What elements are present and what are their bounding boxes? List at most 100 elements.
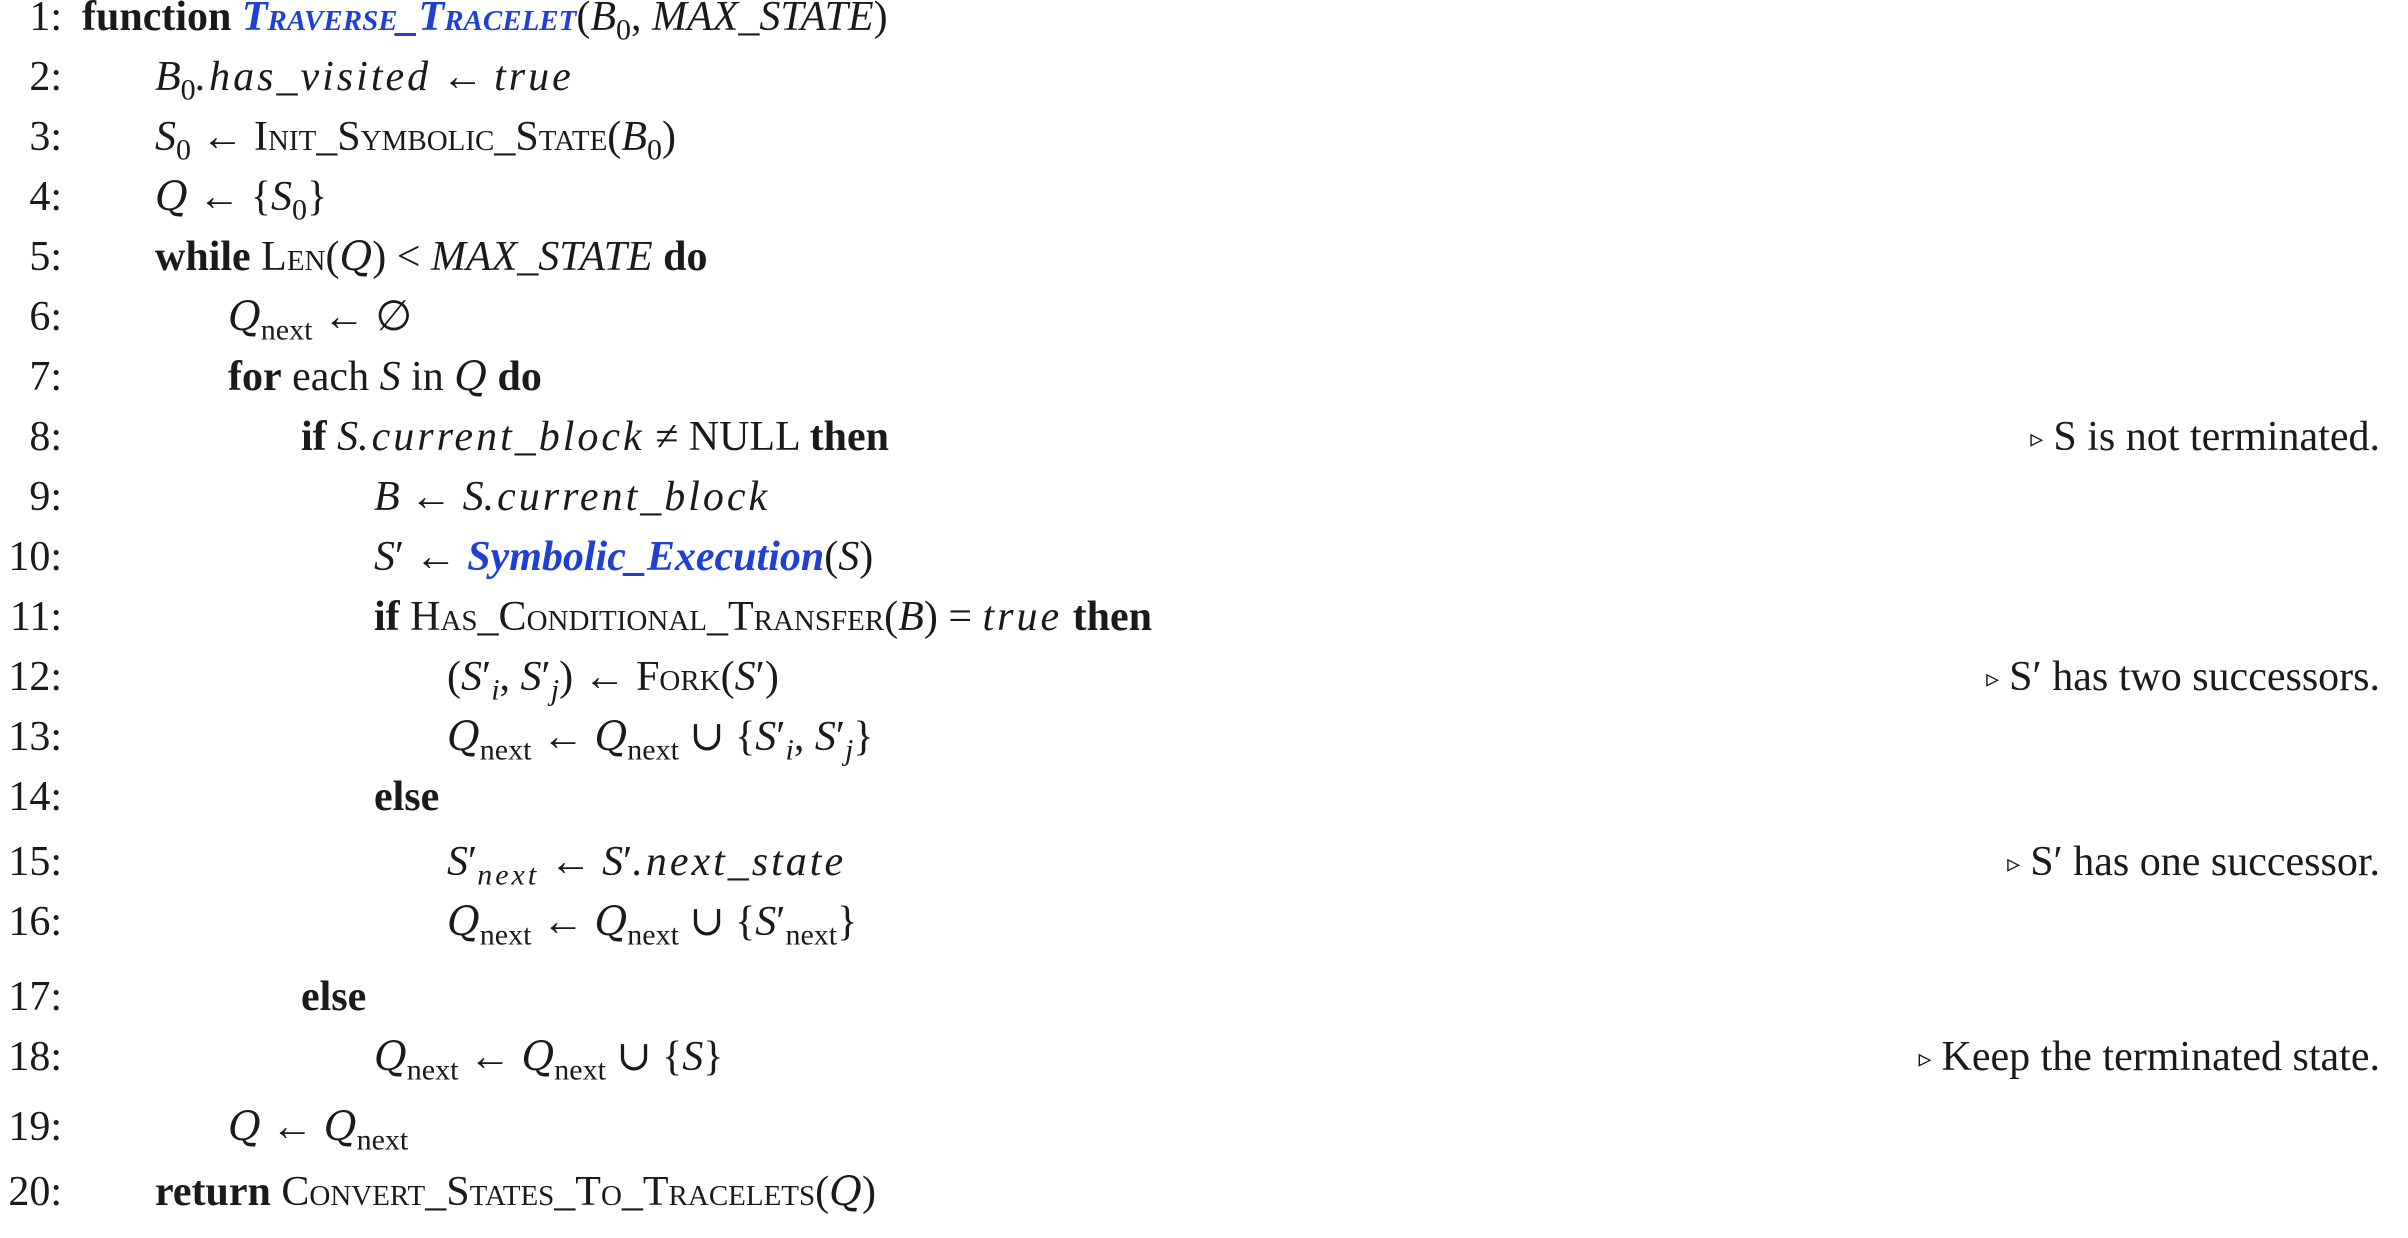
prime-mark: ′ (468, 839, 478, 885)
subscript-next: next (479, 918, 532, 952)
function-init-symbolic-state: Init_Symbolic_State (254, 114, 608, 160)
keyword-then: then (1072, 594, 1153, 640)
line-number: 4: (29, 174, 62, 220)
subscript-next: next (406, 1053, 459, 1087)
keyword-do: do (497, 354, 542, 400)
comment-triangle-icon: ▹ (1918, 1044, 1932, 1073)
equals: = (948, 594, 973, 640)
var-b: B (155, 54, 181, 100)
comment-triangle-icon: ▹ (2007, 849, 2021, 878)
algorithm-line: 14: else (0, 767, 2408, 827)
assign-arrow: ← (322, 294, 365, 340)
var-max-state: MAX_STATE (652, 0, 874, 40)
keyword-then: then (809, 414, 890, 460)
algorithm-line: 12: (S′i, S′j) ← Fork(S′) ▹ S′ has two su… (0, 647, 2408, 707)
algorithm-line: 11: if Has_Conditional_Transfer(B) = tru… (0, 587, 2408, 647)
var-s: S (379, 354, 401, 400)
comment-text: S is not terminated. (2053, 414, 2380, 460)
line-code: B ← S.current_block (374, 467, 770, 527)
var-q: Q (447, 899, 480, 945)
algorithm-line: 16: Qnext ← Qnext ∪ {S′next} (0, 892, 2408, 952)
var-s: S (682, 1034, 704, 1080)
algorithm-line: 18: Qnext ← Qnext ∪ {S} ▹ Keep the termin… (0, 1027, 2408, 1087)
less-than: < (396, 234, 421, 280)
line-code: (S′i, S′j) ← Fork(S′) (447, 654, 779, 707)
var-s: S (814, 714, 836, 760)
line-code: Q ← {S0} (155, 174, 328, 227)
var-s: S (755, 899, 777, 945)
line-number: 13: (8, 714, 62, 760)
line-number: 5: (29, 234, 62, 280)
line-number: 2: (29, 54, 62, 100)
algorithm-line: 20: return Convert_States_To_Tracelets(Q… (0, 1162, 2408, 1222)
comment-text: S′ has one successor. (2030, 839, 2380, 885)
subscript: 0 (180, 73, 196, 107)
prime-mark: ′ (482, 654, 492, 700)
line-comment: ▹ S′ has two successors. (1986, 647, 2380, 712)
var-s: S (337, 414, 359, 460)
line-number: 10: (8, 534, 62, 580)
keyword-function: function (82, 0, 232, 40)
function-symbolic-execution: Symbolic_Execution (467, 534, 825, 580)
prime-mark: ′ (835, 714, 845, 760)
algorithm-line: 13: Qnext ← Qnext ∪ {S′i, S′j} (0, 707, 2408, 767)
literal-true: true (982, 594, 1063, 640)
subscript: 0 (291, 193, 307, 227)
keyword-else: else (301, 974, 367, 1020)
subscript: 0 (646, 133, 662, 167)
keyword-return: return (155, 1169, 271, 1215)
comment-triangle-icon: ▹ (2030, 424, 2044, 453)
line-number: 12: (8, 654, 62, 700)
line-code: else (374, 767, 439, 827)
var-s: S (755, 714, 777, 760)
line-comment: ▹ S′ has one successor. (2007, 832, 2380, 897)
line-code: else (301, 967, 366, 1027)
assign-arrow: ← (198, 174, 241, 220)
line-number: 11: (9, 594, 62, 640)
line-number: 3: (29, 114, 62, 160)
algorithm-line: 5: while Len(Q) < MAX_STATE do (0, 227, 2408, 287)
subscript: 0 (176, 133, 191, 167)
line-number: 20: (8, 1169, 62, 1215)
var-q: Q (594, 714, 628, 760)
algorithm-block: 1: function Traverse_Tracelet(B0, MAX_ST… (0, 0, 2408, 1238)
line-code: Qnext ← Qnext ∪ {S} (374, 1034, 724, 1087)
var-s: S (520, 654, 542, 700)
var-q: Q (374, 1034, 407, 1080)
var-q: Q (829, 1169, 862, 1215)
algorithm-line: 8: if S.current_block ≠ NULL then ▹ S is … (0, 407, 2408, 467)
line-code: Qnext ← Qnext ∪ {S′i, S′j} (447, 714, 874, 767)
line-code: while Len(Q) < MAX_STATE do (155, 234, 708, 280)
line-number: 15: (8, 839, 62, 885)
var-b: B (590, 0, 617, 40)
subscript-next: next (356, 1123, 409, 1157)
algorithm-line: 10: S′ ← Symbolic_Execution(S) (0, 527, 2408, 587)
var-q: Q (339, 234, 373, 280)
field-current-block: .current_block (358, 414, 645, 460)
line-number: 18: (8, 1034, 62, 1080)
var-q: Q (323, 1104, 357, 1150)
subscript-next: next (627, 733, 679, 767)
line-code: if Has_Conditional_Transfer(B) = true th… (374, 594, 1153, 640)
assign-arrow: ← (468, 1034, 511, 1080)
comment-text: Keep the terminated state. (1941, 1034, 2380, 1080)
union: ∪ (689, 899, 725, 945)
var-max-state: MAX_STATE (430, 234, 653, 280)
algorithm-line: 9: B ← S.current_block (0, 467, 2408, 527)
prime-mark: ′ (541, 654, 551, 700)
function-fork: Fork (636, 654, 721, 700)
var-s: S (734, 654, 756, 700)
line-number: 1: (29, 0, 62, 40)
algorithm-line: 15: S′next ← S′.next_state ▹ S′ has one s… (0, 832, 2408, 892)
keyword-if: if (374, 594, 400, 640)
line-number: 7: (29, 354, 62, 400)
line-code: for each S in Q do (228, 347, 542, 407)
subscript-j: j (845, 733, 854, 767)
keyword-in: in (411, 354, 444, 400)
subscript-next: next (477, 858, 540, 892)
var-s: S (374, 534, 395, 580)
assign-arrow: ← (271, 1104, 314, 1150)
var-b: B (621, 114, 647, 160)
subscript-next: next (554, 1053, 606, 1087)
assign-arrow: ← (441, 54, 484, 100)
